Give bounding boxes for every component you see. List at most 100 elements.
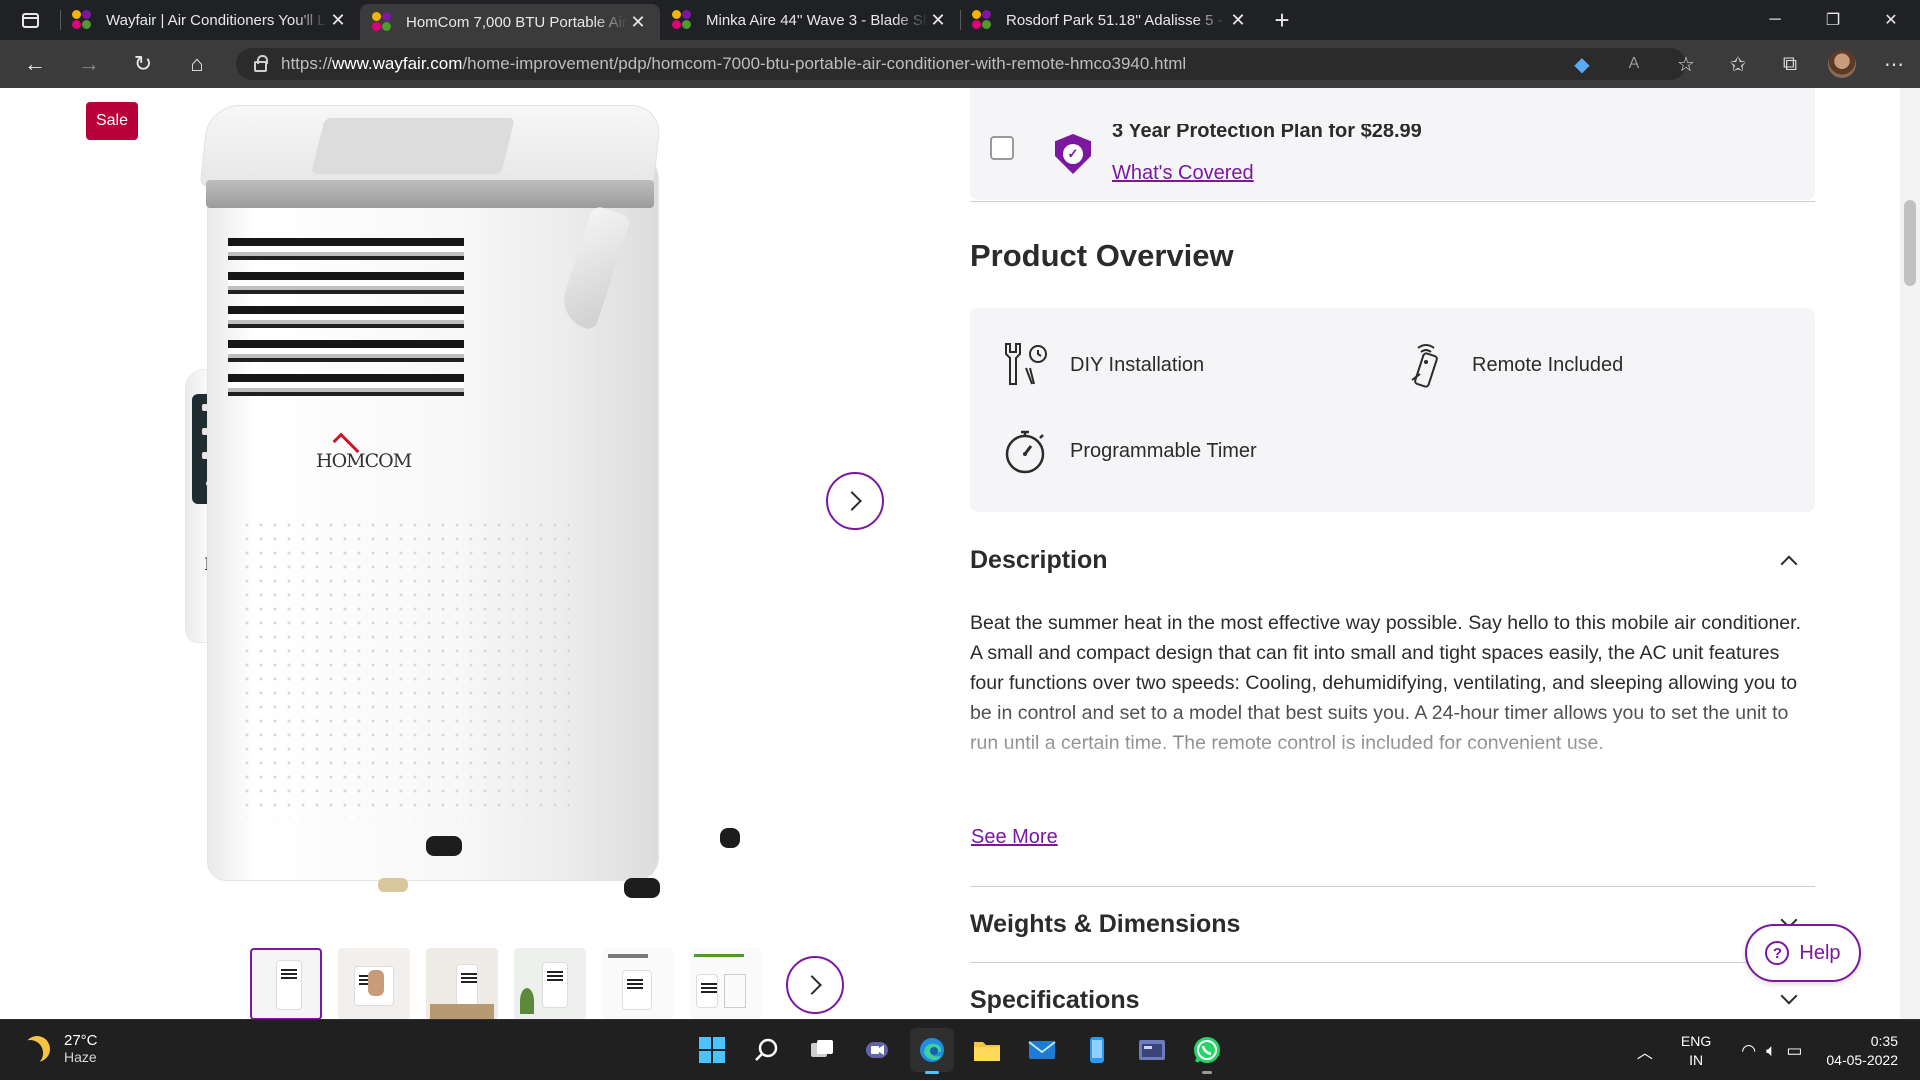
- tab-separator: [60, 10, 61, 30]
- thumbnail-4[interactable]: [514, 948, 586, 1019]
- section-divider: [970, 886, 1815, 887]
- thumbnail-2[interactable]: [338, 948, 410, 1019]
- tab-close-icon[interactable]: ✕: [928, 10, 948, 31]
- section-divider: [970, 201, 1815, 202]
- profile-avatar[interactable]: [1828, 50, 1856, 78]
- forward-arrow-icon[interactable]: →: [62, 40, 116, 88]
- clock[interactable]: 0:35 04-05-2022: [1826, 1032, 1898, 1070]
- ac-wheel: [426, 836, 462, 856]
- weather-description: Haze: [64, 1049, 97, 1065]
- url-protocol: https://: [281, 54, 333, 73]
- section-divider: [970, 962, 1815, 963]
- ac-wheel: [720, 828, 740, 848]
- wayfair-favicon-icon: [372, 12, 392, 32]
- product-overview-title: Product Overview: [970, 238, 1234, 273]
- chevron-up-icon[interactable]: [1780, 555, 1798, 573]
- read-aloud-icon[interactable]: A: [1608, 55, 1660, 73]
- collections-icon[interactable]: ⧉: [1764, 53, 1816, 76]
- tab-1[interactable]: Wayfair | Air Conditioners You'll L ✕: [60, 0, 360, 40]
- page-scrollbar[interactable]: [1900, 88, 1920, 1019]
- thumbnail-1[interactable]: [250, 948, 322, 1019]
- restore-icon[interactable]: ❐: [1804, 0, 1862, 40]
- feature-label: Remote Included: [1472, 353, 1624, 376]
- protection-plan-label: 3 Year Protection Plan for $28.99: [1112, 124, 1422, 142]
- tab-4[interactable]: Rosdorf Park 51.18'' Adalisse 5 - ✕: [960, 0, 1260, 40]
- ac-air-vent: [228, 238, 464, 414]
- coupon-tag-icon[interactable]: ◆: [1556, 52, 1608, 77]
- feature-diy-installation: DIY Installation: [1000, 340, 1204, 390]
- file-explorer-icon[interactable]: [965, 1028, 1009, 1072]
- see-more-link[interactable]: See More: [971, 826, 1058, 849]
- phone-link-icon[interactable]: [1075, 1028, 1119, 1072]
- task-view-icon[interactable]: [800, 1028, 844, 1072]
- chevron-down-icon[interactable]: [1780, 987, 1798, 1005]
- minimize-icon[interactable]: ─: [1746, 0, 1804, 40]
- url-host: www.wayfair.com: [332, 54, 463, 73]
- thumbnail-5[interactable]: [602, 948, 674, 1019]
- wayfair-favicon-icon: [72, 10, 92, 30]
- back-arrow-icon[interactable]: ←: [8, 40, 62, 88]
- feature-programmable-timer: Programmable Timer: [1000, 426, 1257, 476]
- next-thumbnail-button[interactable]: [786, 956, 844, 1014]
- ac-control-panel: [311, 118, 515, 174]
- windows-start-icon[interactable]: [690, 1028, 734, 1072]
- next-image-button[interactable]: [826, 472, 884, 530]
- weather-widget[interactable]: 27°C Haze: [24, 1032, 98, 1065]
- edge-browser-icon[interactable]: [910, 1028, 954, 1074]
- scrollbar-thumb[interactable]: [1904, 200, 1916, 286]
- quick-settings[interactable]: ◠ 🔈︎ ▭: [1741, 1041, 1802, 1061]
- tab-title: HomCom 7,000 BTU Portable Air: [406, 13, 627, 31]
- tab-close-icon[interactable]: ✕: [328, 10, 348, 31]
- tab-title: Rosdorf Park 51.18'' Adalisse 5 -: [1006, 11, 1223, 29]
- chevron-right-icon: [802, 975, 822, 995]
- add-favorite-icon[interactable]: ☆: [1660, 52, 1712, 77]
- specifications-heading[interactable]: Specifications: [970, 986, 1140, 1015]
- url-input[interactable]: https://www.wayfair.com/home-improvement…: [236, 48, 1686, 80]
- description-text: Beat the summer heat in the most effecti…: [970, 612, 1801, 754]
- app-window-icon[interactable]: [1130, 1028, 1174, 1072]
- tab-actions-icon: [21, 12, 39, 28]
- product-main-image[interactable]: HOMCOM HOMCOM: [0, 88, 900, 908]
- system-tray: ︿ ENG IN ◠ 🔈︎ ▭ 0:35 04-05-2022: [1637, 1020, 1920, 1081]
- thumbnail-3[interactable]: [426, 948, 498, 1019]
- favorites-icon[interactable]: ✩: [1712, 52, 1764, 77]
- product-overview-box: DIY Installation Remote Included Program…: [970, 308, 1815, 512]
- home-icon[interactable]: ⌂: [170, 40, 224, 88]
- search-icon[interactable]: [745, 1028, 789, 1072]
- browser-toolbar-icons: ◆ A ☆ ✩ ⧉ ⋯: [1556, 40, 1920, 88]
- page-content: Sale HOMCOM HOMCOM: [0, 88, 1920, 1019]
- show-hidden-icons-chevron-icon[interactable]: ︿: [1637, 1039, 1653, 1063]
- mail-icon[interactable]: [1020, 1028, 1064, 1072]
- close-window-icon[interactable]: ✕: [1862, 0, 1920, 40]
- tab-separator: [960, 10, 961, 30]
- lock-icon: [254, 54, 268, 72]
- protection-plan-checkbox[interactable]: [990, 136, 1014, 160]
- whatsapp-icon[interactable]: [1185, 1028, 1229, 1074]
- new-tab-button[interactable]: +: [1260, 0, 1304, 40]
- help-button[interactable]: ? Help: [1745, 924, 1861, 982]
- weights-dimensions-heading[interactable]: Weights & Dimensions: [970, 910, 1240, 939]
- wayfair-favicon-icon: [672, 10, 692, 30]
- taskbar: 27°C Haze ︿ ENG IN ◠ 🔈︎ ▭ 0:35 04-05-202…: [0, 1019, 1920, 1080]
- ac-logo: HOMCOM: [316, 432, 412, 492]
- settings-more-icon[interactable]: ⋯: [1868, 52, 1920, 77]
- whats-covered-link[interactable]: What's Covered: [1112, 162, 1254, 185]
- tools-icon: [1005, 343, 1047, 385]
- clock-time: 0:35: [1870, 1032, 1898, 1049]
- tab-close-icon[interactable]: ✕: [1228, 10, 1248, 31]
- thumbnail-strip: [250, 948, 762, 1019]
- wayfair-favicon-icon: [972, 10, 992, 30]
- protection-plan-box: ✓ 3 Year Protection Plan for $28.99 What…: [970, 88, 1815, 200]
- tab-3[interactable]: Minka Aire 44'' Wave 3 - Blade Sl ✕: [660, 0, 960, 40]
- wifi-icon: ◠: [1741, 1040, 1757, 1060]
- tab-close-icon[interactable]: ✕: [628, 12, 648, 33]
- ac-grey-band: [206, 180, 654, 208]
- thumbnail-6[interactable]: [690, 948, 762, 1019]
- tab-actions-button[interactable]: [0, 0, 60, 40]
- teams-chat-icon[interactable]: [855, 1028, 899, 1072]
- volume-icon: 🔈︎: [1766, 1040, 1777, 1060]
- language-indicator[interactable]: ENG IN: [1681, 1032, 1711, 1070]
- refresh-icon[interactable]: ↻: [116, 40, 170, 88]
- description-heading[interactable]: Description: [970, 546, 1108, 575]
- tab-2[interactable]: HomCom 7,000 BTU Portable Air ✕: [360, 4, 660, 40]
